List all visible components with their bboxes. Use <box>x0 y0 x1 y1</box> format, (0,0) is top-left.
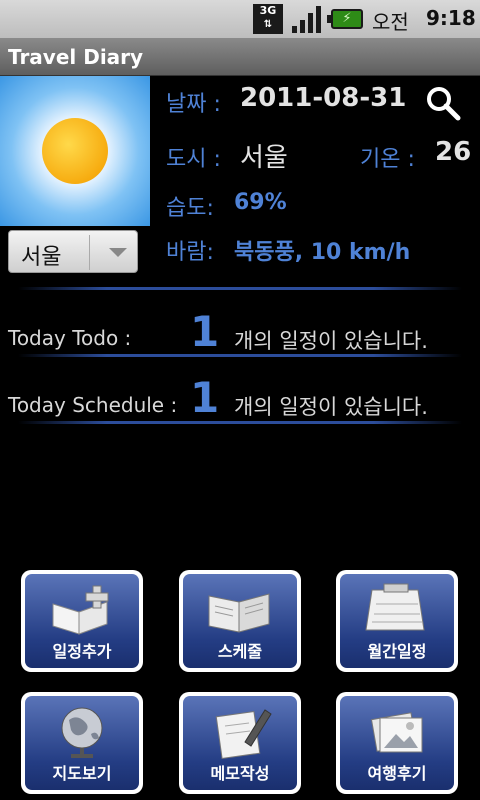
battery-charging-icon: ⚡ <box>327 9 363 29</box>
schedule-button[interactable]: 스케줄 <box>179 570 301 672</box>
write-memo-button[interactable]: 메모작성 <box>179 692 301 794</box>
today-schedule-label: Today Schedule : <box>8 393 178 417</box>
add-schedule-button[interactable]: 일정추가 <box>21 570 143 672</box>
date-label: 날짜 : <box>166 92 221 117</box>
sunny-icon <box>0 76 150 226</box>
spinner-divider <box>89 235 90 270</box>
city-value: 서울 <box>240 143 288 173</box>
calendar-icon <box>365 583 425 631</box>
city-label: 도시 : <box>166 147 221 172</box>
monthly-schedule-button[interactable]: 월간일정 <box>336 570 458 672</box>
travel-review-label: 여행후기 <box>367 764 427 783</box>
wind-value: 북동풍, 10 km/h <box>234 240 411 265</box>
divider <box>18 354 462 357</box>
wind-label: 바람: <box>166 240 214 265</box>
humidity-value: 69% <box>234 190 287 215</box>
chevron-down-icon <box>109 248 127 257</box>
city-select-value: 서울 <box>21 245 62 270</box>
map-view-button[interactable]: 지도보기 <box>21 692 143 794</box>
write-memo-label: 메모작성 <box>210 764 270 783</box>
clock-time: 9:18 <box>426 6 476 30</box>
status-bar: 3G ⇅ ⚡ 오전 9:18 <box>0 0 480 38</box>
divider <box>18 287 462 290</box>
globe-icon <box>61 707 103 758</box>
today-todo-count[interactable]: 1 <box>190 307 219 356</box>
today-todo-label: Today Todo : <box>8 326 132 350</box>
sun-graphic <box>42 118 108 184</box>
date-value: 2011-08-31 <box>240 83 407 113</box>
humidity-label: 습도: <box>166 196 214 221</box>
memo-pen-icon <box>215 709 272 760</box>
today-todo-suffix: 개의 일정이 있습니다. <box>234 329 428 353</box>
map-view-label: 지도보기 <box>52 764 112 783</box>
schedule-book-icon <box>208 593 270 633</box>
travel-review-button[interactable]: 여행후기 <box>336 692 458 794</box>
divider <box>18 421 462 424</box>
clock-ampm: 오전 <box>372 10 409 34</box>
temperature-value: 26 <box>435 137 472 167</box>
temperature-label: 기온 : <box>360 147 415 172</box>
app-title-bar: Travel Diary <box>0 38 480 76</box>
schedule-label: 스케줄 <box>217 642 263 661</box>
monthly-schedule-label: 월간일정 <box>367 642 427 661</box>
app-title: Travel Diary <box>8 45 144 69</box>
today-schedule-suffix: 개의 일정이 있습니다. <box>234 395 428 419</box>
add-schedule-icon <box>52 585 109 635</box>
add-schedule-label: 일정추가 <box>52 642 112 661</box>
today-schedule-count[interactable]: 1 <box>190 373 219 422</box>
signal-icon <box>292 6 321 33</box>
search-icon[interactable] <box>424 84 462 122</box>
photos-icon <box>370 712 423 753</box>
network-3g-icon: 3G ⇅ <box>253 4 283 34</box>
city-select[interactable]: 서울 <box>8 230 138 273</box>
